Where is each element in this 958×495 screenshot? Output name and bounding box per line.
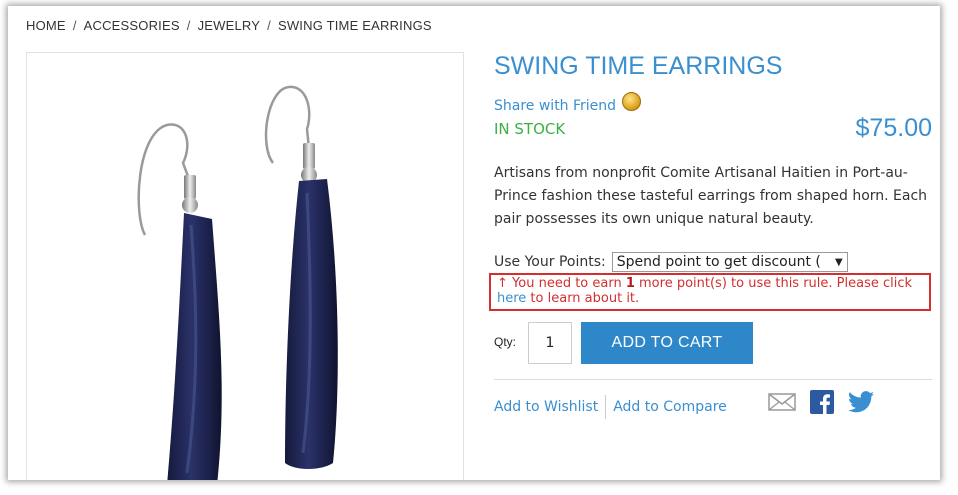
qty-label: Qty: [494,335,517,349]
share-with-friend[interactable]: Share with Friend [494,92,642,115]
breadcrumb-jewelry[interactable]: JEWELRY [198,18,261,33]
facebook-icon[interactable] [810,390,834,414]
breadcrumb-current: SWING TIME EARRINGS [277,18,432,33]
learn-more-link[interactable]: here [497,291,526,306]
breadcrumb-separator: / [72,18,77,33]
product-title: SWING TIME EARRINGS [494,52,783,80]
product-price: $75.00 [855,114,932,142]
right-earring [264,85,338,469]
points-warning: ↑ You need to earn 1 more point(s) to us… [489,273,931,311]
social-share [768,390,874,414]
qty-input[interactable]: 1 [528,322,572,364]
mail-icon[interactable] [768,392,796,412]
warning-prefix: You need to earn [512,276,626,291]
link-separator [605,395,607,419]
breadcrumb-accessories[interactable]: ACCESSORIES [84,18,180,33]
breadcrumb-separator: / [186,18,191,33]
add-to-wishlist-link[interactable]: Add to Wishlist [494,399,598,415]
left-earring [137,123,222,480]
product-page: HOME / ACCESSORIES / JEWELRY / SWING TIME EARR… [8,6,940,480]
points-row: Use Your Points: Spend point to get disc… [494,252,848,272]
stock-status: IN STOCK [494,120,566,138]
warning-suffix: to learn about it. [526,291,640,306]
add-to-cart-button[interactable]: ADD TO CART [581,322,753,364]
twitter-icon[interactable] [848,391,874,413]
earrings-image [137,85,338,480]
breadcrumb: HOME / ACCESSORIES / JEWELRY / SWING TIME EARR… [26,18,432,33]
points-select[interactable]: Spend point to get discount ( ▼ [611,252,848,272]
chevron-down-icon: ▼ [835,256,843,268]
warning-middle: more point(s) to use this rule. Please c… [634,276,913,291]
points-selected: Spend point to get discount ( [616,254,821,270]
coin-icon [622,92,642,111]
product-image[interactable] [26,52,464,480]
divider [494,379,932,380]
warning-count: 1 [625,276,635,291]
breadcrumb-home[interactable]: HOME [26,18,66,33]
product-description: Artisans from nonprofit Comite Artisanal… [494,165,928,227]
breadcrumb-separator: / [267,18,271,33]
share-label[interactable]: Share with Friend [494,98,616,114]
add-to-compare-link[interactable]: Add to Compare [613,399,727,415]
product-actions: Add to Wishlist Add to Compare [494,395,727,419]
points-label: Use Your Points: [494,254,606,270]
arrow-up-icon: ↑ [497,276,508,291]
